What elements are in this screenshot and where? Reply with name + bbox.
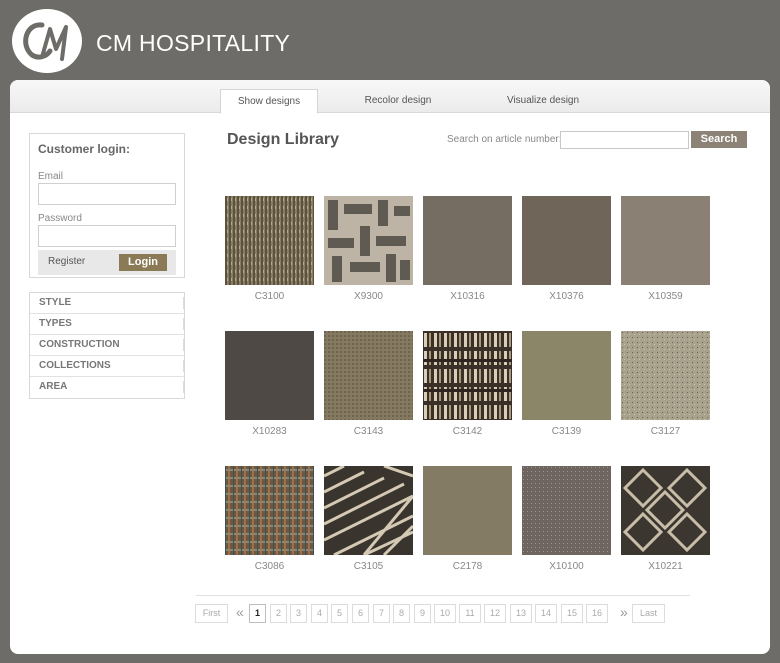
- search-label: Search on article number:: [447, 134, 562, 145]
- fabric-swatch-image: [621, 196, 710, 285]
- design-tile[interactable]: C2178: [423, 466, 512, 572]
- design-code: X10376: [549, 291, 584, 302]
- password-label: Password: [38, 213, 82, 224]
- brand-logo-mark: [16, 10, 78, 72]
- design-code: C3142: [452, 426, 483, 437]
- fabric-swatch-image: [423, 331, 512, 420]
- design-tile[interactable]: C3100: [225, 196, 314, 302]
- pager-divider: [196, 595, 690, 596]
- fabric-swatch-image: [324, 466, 413, 555]
- filter-style[interactable]: STYLE: [30, 293, 184, 314]
- fabric-swatch-image: [522, 331, 611, 420]
- design-code: C3086: [254, 561, 285, 572]
- page-button-5[interactable]: 5: [331, 604, 348, 623]
- design-tile[interactable]: X10316: [423, 196, 512, 302]
- email-field[interactable]: [38, 183, 176, 205]
- design-tile[interactable]: X10283: [225, 331, 314, 437]
- tab-show-designs[interactable]: Show designs: [220, 89, 318, 114]
- design-code: X10283: [252, 426, 287, 437]
- design-code: X10221: [648, 561, 683, 572]
- page-button-1[interactable]: 1: [249, 604, 266, 623]
- design-tile[interactable]: X10359: [621, 196, 710, 302]
- page-button-15[interactable]: 15: [561, 604, 583, 623]
- tab-bar: Show designs Recolor design Visualize de…: [10, 80, 770, 114]
- register-link[interactable]: Register: [48, 256, 85, 267]
- fabric-swatch-image: [324, 196, 413, 285]
- fabric-swatch-image: [522, 196, 611, 285]
- page-last-button[interactable]: Last: [632, 604, 665, 623]
- main-panel: Show designs Recolor design Visualize de…: [10, 80, 770, 654]
- design-code: C3105: [353, 561, 384, 572]
- design-grid: C3100 X9300 X10316 X10376 X10359 X10283 …: [225, 196, 725, 576]
- page-button-11[interactable]: 11: [459, 604, 481, 623]
- page-next-button[interactable]: »: [620, 604, 628, 621]
- customer-login-box: Customer login: Email Password Register …: [29, 133, 185, 278]
- page-button-16[interactable]: 16: [586, 604, 608, 623]
- tab-visualize-design[interactable]: Visualize design: [488, 89, 598, 113]
- design-tile[interactable]: X9300: [324, 196, 413, 302]
- design-tile[interactable]: C3139: [522, 331, 611, 437]
- design-code: C3143: [353, 426, 384, 437]
- fabric-swatch-image: [522, 466, 611, 555]
- design-code: X10359: [648, 291, 683, 302]
- fabric-swatch-image: [423, 196, 512, 285]
- filter-construction[interactable]: CONSTRUCTION: [30, 335, 184, 356]
- design-code: C3139: [551, 426, 582, 437]
- page-button-8[interactable]: 8: [393, 604, 410, 623]
- page-button-14[interactable]: 14: [535, 604, 557, 623]
- design-tile[interactable]: C3105: [324, 466, 413, 572]
- fabric-swatch-image: [225, 466, 314, 555]
- fabric-swatch-image: [621, 331, 710, 420]
- design-tile[interactable]: X10376: [522, 196, 611, 302]
- login-title: Customer login:: [38, 142, 130, 156]
- fabric-swatch-image: [225, 196, 314, 285]
- email-label: Email: [38, 171, 64, 182]
- page-button-2[interactable]: 2: [270, 604, 287, 623]
- brand-logo[interactable]: [12, 9, 82, 73]
- fabric-swatch-image: [225, 331, 314, 420]
- design-code: X10100: [549, 561, 584, 572]
- filter-area[interactable]: AREA: [30, 377, 184, 398]
- page-button-3[interactable]: 3: [290, 604, 307, 623]
- filter-collections[interactable]: COLLECTIONS: [30, 356, 184, 377]
- design-tile[interactable]: C3127: [621, 331, 710, 437]
- design-code: X10316: [450, 291, 485, 302]
- design-tile[interactable]: C3142: [423, 331, 512, 437]
- page-button-9[interactable]: 9: [414, 604, 431, 623]
- design-code: C3100: [254, 291, 285, 302]
- fabric-swatch-image: [423, 466, 512, 555]
- article-search-input[interactable]: [560, 131, 689, 149]
- login-button[interactable]: Login: [119, 254, 167, 271]
- design-code: C3127: [650, 426, 681, 437]
- design-tile[interactable]: X10100: [522, 466, 611, 572]
- search-button[interactable]: Search: [691, 131, 747, 148]
- tab-recolor-design[interactable]: Recolor design: [348, 89, 448, 113]
- design-tile[interactable]: C3143: [324, 331, 413, 437]
- page-button-13[interactable]: 13: [510, 604, 532, 623]
- page-prev-button[interactable]: «: [236, 604, 244, 621]
- filter-nav: STYLE TYPES CONSTRUCTION COLLECTIONS ARE…: [29, 292, 185, 399]
- filter-types[interactable]: TYPES: [30, 314, 184, 335]
- page-button-7[interactable]: 7: [373, 604, 390, 623]
- page-button-6[interactable]: 6: [352, 604, 369, 623]
- page-button-4[interactable]: 4: [311, 604, 328, 623]
- page-button-12[interactable]: 12: [484, 604, 506, 623]
- page-button-10[interactable]: 10: [434, 604, 456, 623]
- password-field[interactable]: [38, 225, 176, 247]
- brand-name: CM HOSPITALITY: [96, 30, 291, 56]
- design-code: C2178: [452, 561, 483, 572]
- design-code: X9300: [354, 291, 383, 302]
- page-title: Design Library: [227, 131, 340, 148]
- design-tile[interactable]: X10221: [621, 466, 710, 572]
- login-actions: Register Login: [38, 250, 176, 275]
- design-tile[interactable]: C3086: [225, 466, 314, 572]
- fabric-swatch-image: [621, 466, 710, 555]
- page-first-button[interactable]: First: [195, 604, 228, 623]
- fabric-swatch-image: [324, 331, 413, 420]
